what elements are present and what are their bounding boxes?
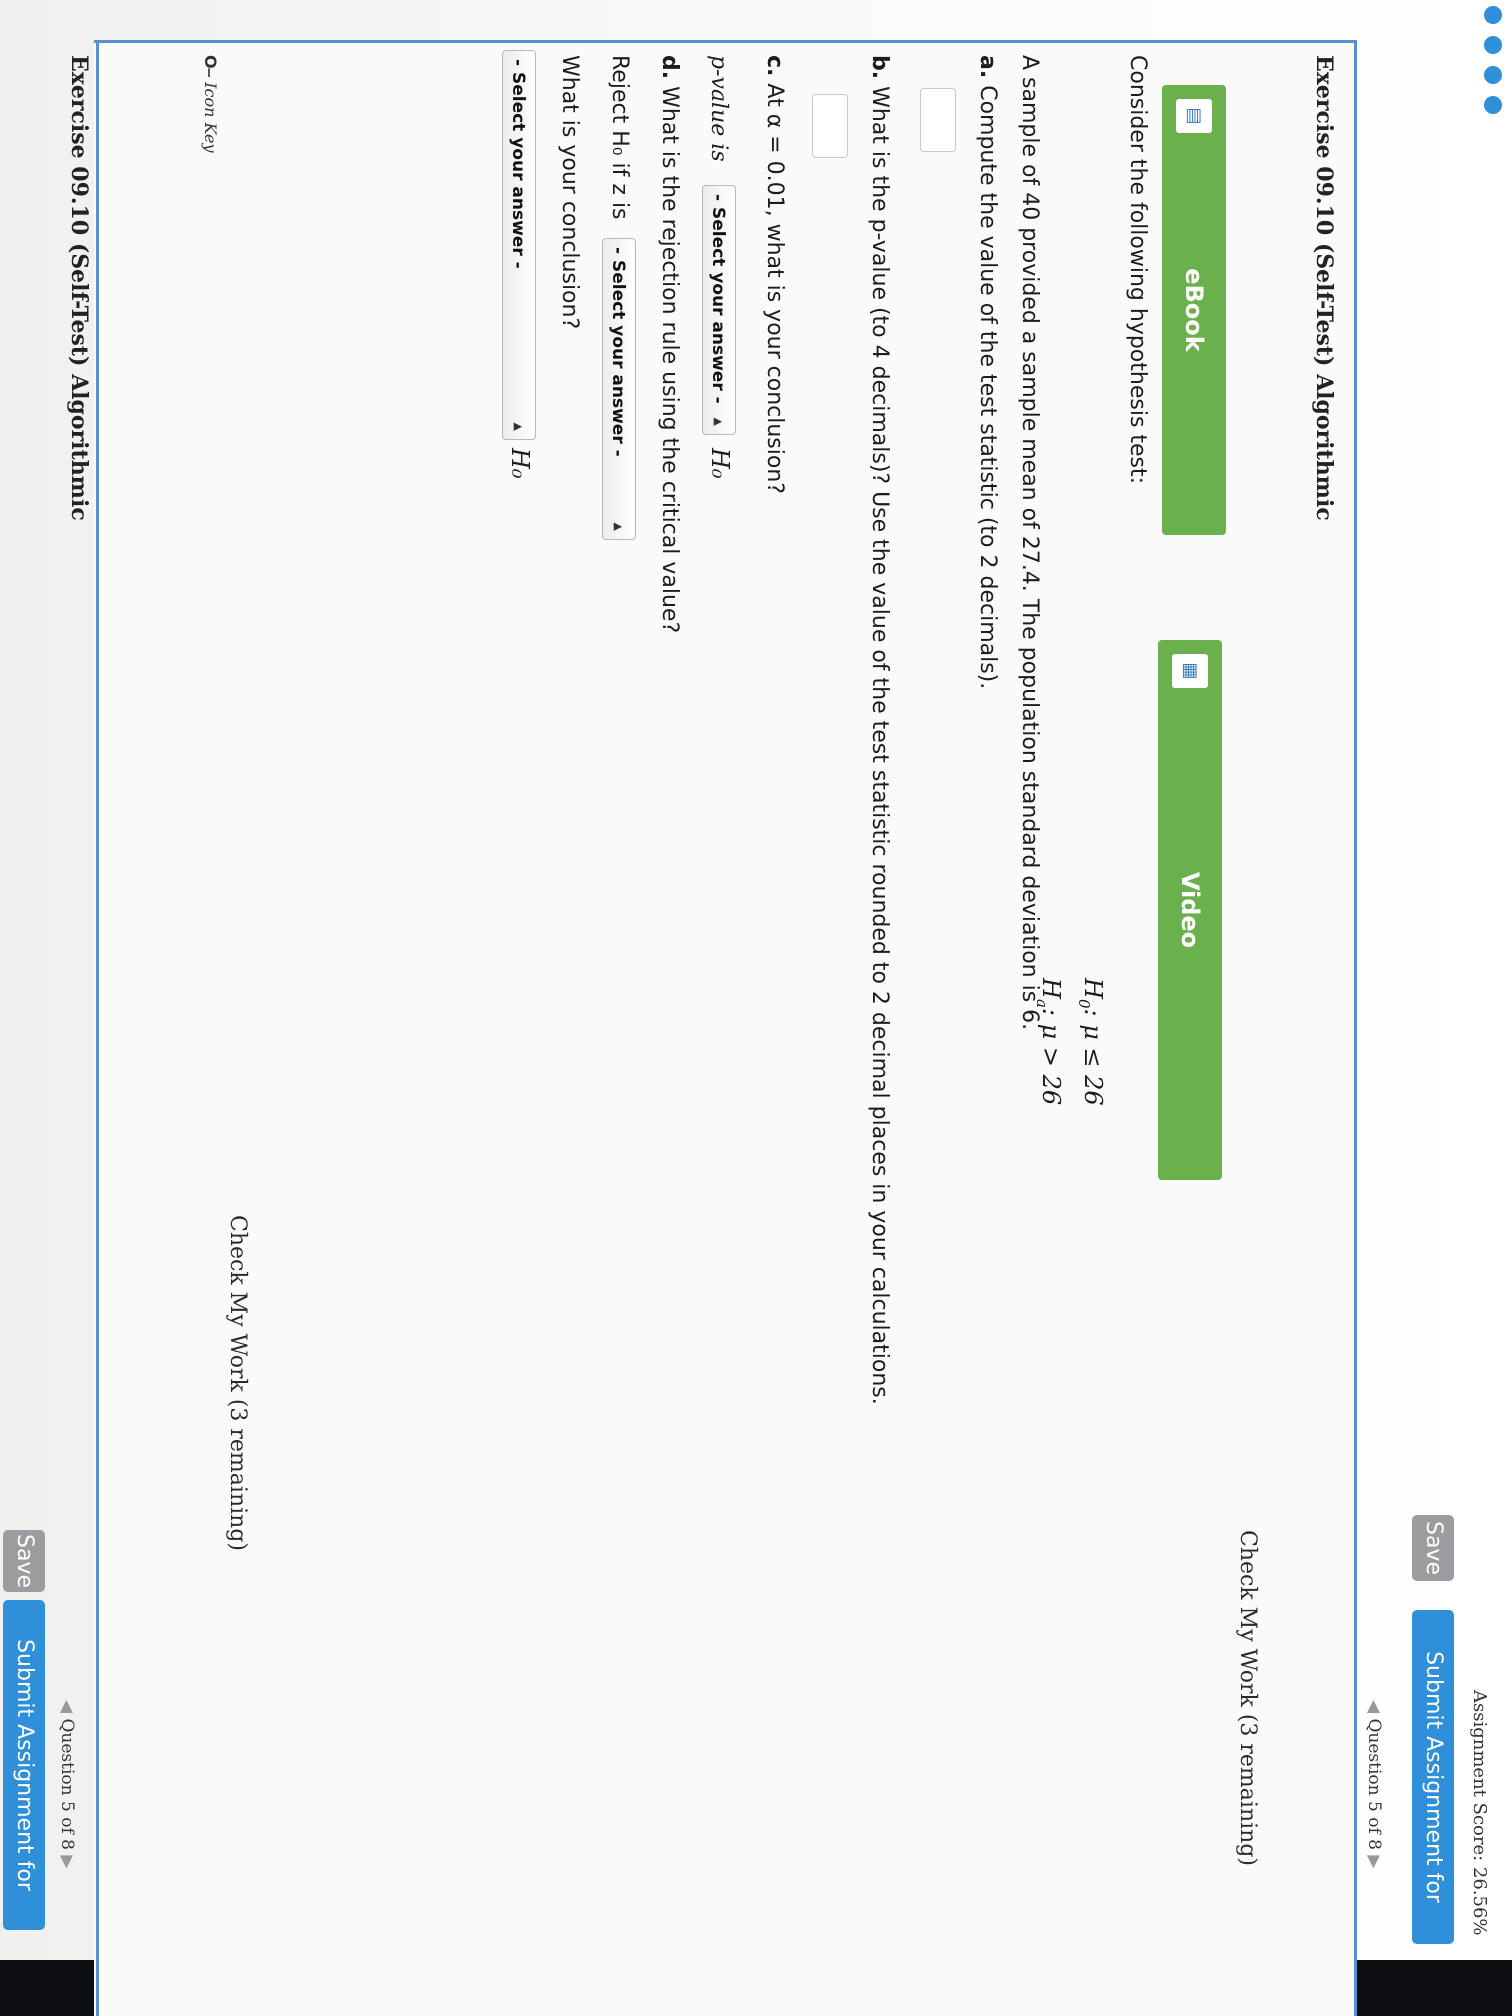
question-intro: Consider the following hypothesis test: [1125,55,1150,485]
pvalue-comparison-select[interactable]: - Select your answer - ▲ [702,185,736,435]
nav-dots [1470,0,1510,1512]
submit-assignment-button[interactable]: Submit Assignment for Grading [1379,1610,1454,1944]
assignment-score: Assignment Score: 26.56% [1469,1690,1490,1936]
part-a: a. Compute the value of the test statist… [975,55,1000,689]
question-nav-bottom[interactable]: ◀ Question 5 of 8 ▶ [57,1700,77,1868]
conclusion-select[interactable]: - Select your answer - ▲ [502,50,536,440]
ebook-label: eBook [1180,268,1208,352]
select-label: - Select your answer - [508,59,528,269]
question-nav-top[interactable]: ◀ Question 5 of 8 ▶ [1364,1700,1384,1868]
check-my-work-top[interactable]: Check My Work (3 remaining) [1235,1530,1260,1866]
exercise-title-footer: Exercise 09.10 (Self-Test) Algorithmic [66,55,92,521]
rejection-rule-select[interactable]: - Select your answer - ▲ [602,238,636,540]
pvalue-h0-suffix: H₀ [706,448,734,479]
part-d-text: What is the rejection rule using the cri… [657,86,682,634]
submit-assignment-button-bottom[interactable]: Submit Assignment for Grading [3,1600,45,1930]
part-c-label: c. [762,55,787,77]
ebook-icon: ▤ [1176,99,1212,133]
conclusion-question: What is your conclusion? [557,55,582,330]
footer-blue-divider [96,40,99,2016]
video-icon: ▦ [1172,654,1208,688]
part-a-label: a. [975,55,1000,79]
rotated-page: Assignment Score: 26.56% Save Submit Ass… [0,0,1512,2016]
question-nav-label: Question 5 of 8 [1364,1718,1384,1850]
prev-arrow-icon[interactable]: ◀ [1364,1700,1384,1718]
nav-dot[interactable] [1484,6,1502,24]
part-b-text: What is the p-value (to 4 decimals)? Use… [867,86,892,1405]
next-arrow-icon[interactable]: ▶ [1364,1850,1384,1868]
nav-dot[interactable] [1484,96,1502,114]
video-label: Video [1176,871,1204,949]
pvalue-row: p-value is [706,55,731,162]
nav-dot[interactable] [1484,66,1502,84]
part-b-label: b. [867,55,892,80]
part-d-label: d. [657,55,682,80]
key-icon: O⎯ [201,55,220,83]
part-d: d. What is the rejection rule using the … [657,55,682,633]
part-c: c. At α = 0.01, what is your conclusion? [762,55,787,494]
save-button-bottom[interactable]: Save [3,1530,45,1592]
test-statistic-input[interactable] [920,88,956,152]
screenshot-stage: Assignment Score: 26.56% Save Submit Ass… [0,0,1512,2016]
select-arrows-icon: ▲ [712,417,725,426]
null-hypothesis: H0: μ ≤ 26 [1075,978,1107,1106]
exercise-title: Exercise 09.10 (Self-Test) Algorithmic [1311,55,1337,521]
part-b: b. What is the p-value (to 4 decimals)? … [867,55,892,1405]
pvalue-prefix: p-value is [706,55,731,162]
part-a-text: Compute the value of the test statistic … [975,85,1000,690]
question-nav-label: Question 5 of 8 [57,1718,77,1850]
select-label: - Select your answer - [708,194,728,404]
select-label: - Select your answer - [608,247,628,457]
reject-row: Reject H₀ if z is [607,55,632,220]
video-button[interactable]: ▦ Video [1158,640,1222,1180]
nav-dot[interactable] [1484,36,1502,54]
ebook-button[interactable]: ▤ eBook [1162,85,1226,535]
check-my-work-bottom[interactable]: Check My Work (3 remaining) [225,1215,250,1551]
part-c-text: At α = 0.01, what is your conclusion? [762,83,787,494]
icon-key-label: Icon Key [201,82,220,153]
sample-description: A sample of 40 provided a sample mean of… [1017,55,1042,1031]
select-arrows-icon: ▲ [612,522,625,531]
reject-prefix: Reject H₀ if z is [607,55,632,220]
save-button[interactable]: Save [1412,1515,1454,1581]
prev-arrow-icon[interactable]: ◀ [57,1700,77,1718]
p-value-input[interactable] [812,94,848,158]
conclusion-h0-suffix: H₀ [506,448,534,479]
icon-key[interactable]: O⎯ Icon Key [200,55,220,153]
h0-letter: H [1079,978,1107,999]
next-arrow-icon[interactable]: ▶ [57,1850,77,1868]
h0-rest: : μ ≤ 26 [1079,1008,1107,1106]
select-arrows-icon: ▲ [512,422,525,431]
